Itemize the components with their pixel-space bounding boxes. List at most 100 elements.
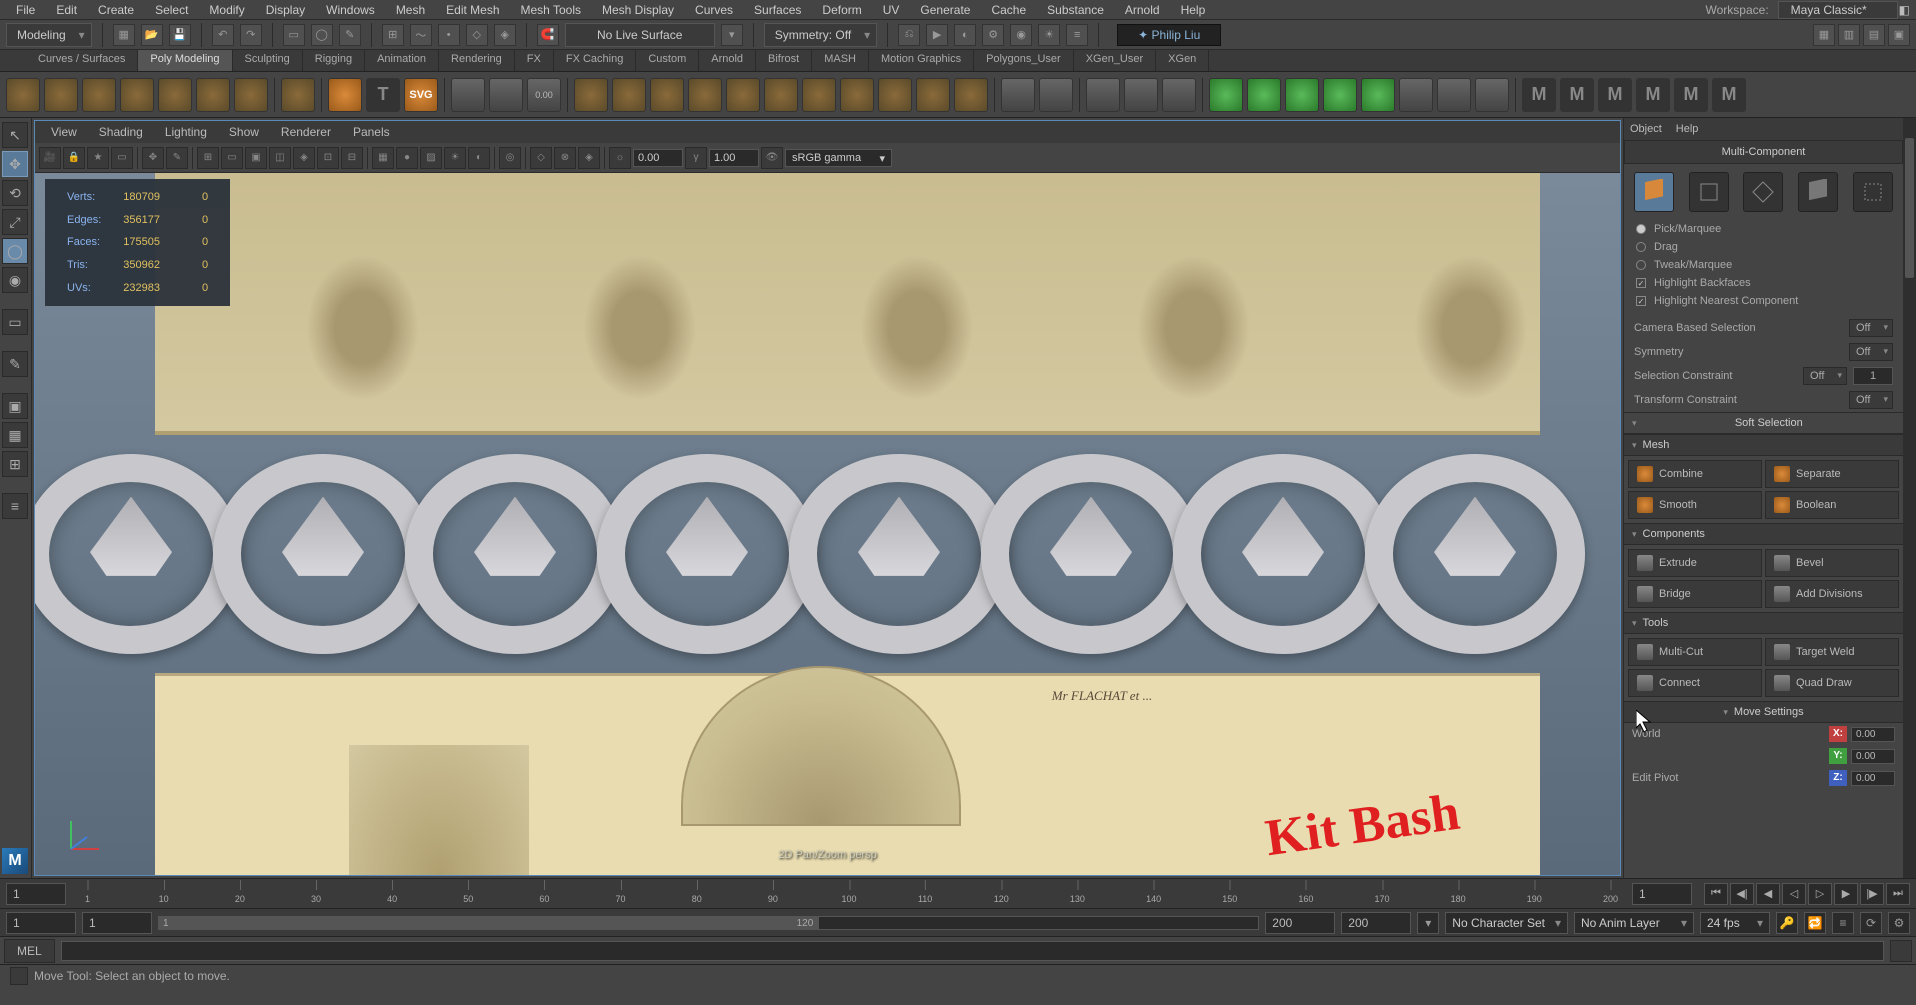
new-scene-icon[interactable]: ▦ [113, 24, 135, 46]
menu-create[interactable]: Create [88, 1, 144, 19]
symmetry-selector[interactable]: Symmetry: Off [764, 23, 877, 47]
tools-section[interactable]: Tools [1624, 612, 1903, 634]
current-frame-left[interactable]: 1 [6, 883, 66, 905]
poly-retopo-icon[interactable] [764, 78, 798, 112]
move-settings-section[interactable]: Move Settings [1624, 701, 1903, 723]
range-end-out[interactable]: 200 [1265, 912, 1335, 934]
shelf-tab-polygonuser[interactable]: Polygons_User [974, 50, 1074, 71]
vp-shadow-icon[interactable]: ◐ [468, 147, 490, 169]
shelf-tab-rigging[interactable]: Rigging [303, 50, 365, 71]
axis-z-value[interactable]: 0.00 [1851, 771, 1895, 786]
vp-bookmark-icon[interactable]: ★ [87, 147, 109, 169]
vp-view-transform-select[interactable]: sRGB gamma [785, 149, 892, 167]
vp-smooth-shade-icon[interactable]: ● [396, 147, 418, 169]
poly-combine-icon[interactable] [574, 78, 608, 112]
paint-tool-icon[interactable]: ▭ [2, 309, 28, 335]
poly-mirror-icon[interactable] [451, 78, 485, 112]
menu-help[interactable]: Help [1171, 1, 1216, 19]
workspace-selector[interactable]: Maya Classic* [1778, 1, 1898, 19]
vertex-mode-icon[interactable] [1689, 172, 1729, 212]
custom-m4-icon[interactable]: M [1636, 78, 1670, 112]
mtk-menu-object[interactable]: Object [1630, 123, 1662, 135]
redo-icon[interactable]: ↷ [240, 24, 262, 46]
menu-arnold[interactable]: Arnold [1115, 1, 1170, 19]
layout-single-icon[interactable]: ▣ [2, 393, 28, 419]
vp-wireframe-icon[interactable]: ▦ [372, 147, 394, 169]
vp-image-plane-icon[interactable]: ▭ [111, 147, 133, 169]
vp-light-icon[interactable]: ☀ [444, 147, 466, 169]
light-editor-icon[interactable]: ☀ [1038, 24, 1060, 46]
poly-svg-icon[interactable]: SVG [404, 78, 438, 112]
shelf-tab-animation[interactable]: Animation [365, 50, 439, 71]
range-start[interactable]: 1 [6, 912, 76, 934]
poly-remesh-icon[interactable] [726, 78, 760, 112]
quad-draw-button[interactable]: Quad Draw [1765, 669, 1899, 697]
shelf-tab-rendering[interactable]: Rendering [439, 50, 515, 71]
character-set-dropdown[interactable]: No Character Set [1445, 912, 1568, 934]
edge-mode-icon[interactable] [1743, 172, 1783, 212]
custom-m6-icon[interactable]: M [1712, 78, 1746, 112]
render-setup-icon[interactable]: ≡ [1066, 24, 1088, 46]
camera-sel-dropdown[interactable]: Off [1849, 319, 1893, 337]
shelf-tab-custom[interactable]: Custom [636, 50, 699, 71]
poly-multicut-icon[interactable] [1162, 78, 1196, 112]
vp-lock-camera-icon[interactable]: 🔒 [63, 147, 85, 169]
save-scene-icon[interactable]: 💾 [169, 24, 191, 46]
poly-offset-icon[interactable] [1399, 78, 1433, 112]
view-menu-renderer[interactable]: Renderer [271, 123, 341, 141]
ipr-icon[interactable]: ◐ [954, 24, 976, 46]
poly-disc-icon[interactable] [234, 78, 268, 112]
vp-textured-icon[interactable]: ▨ [420, 147, 442, 169]
auto-key-icon[interactable]: 🔑 [1776, 912, 1798, 934]
poly-boolean-icon[interactable] [878, 78, 912, 112]
vp-2d-pan-icon[interactable]: ✥ [142, 147, 164, 169]
custom-m1-icon[interactable]: M [1522, 78, 1556, 112]
vp-gate-mask-icon[interactable]: ◫ [269, 147, 291, 169]
menu-curves[interactable]: Curves [685, 1, 743, 19]
view-menu-show[interactable]: Show [219, 123, 269, 141]
face-mode-icon[interactable] [1798, 172, 1838, 212]
play-back-button[interactable]: ◁ [1782, 883, 1806, 905]
last-tool-icon[interactable]: ◉ [2, 267, 28, 293]
world-space-label[interactable]: World [1632, 728, 1825, 740]
smooth-button[interactable]: Smooth [1628, 491, 1762, 519]
pick-marquee-radio[interactable] [1636, 224, 1646, 234]
shelf-tab-polymodeling[interactable]: Poly Modeling [138, 50, 232, 71]
sel-constraint-dropdown[interactable]: Off [1803, 367, 1847, 385]
poly-smooth-icon[interactable] [650, 78, 684, 112]
menu-meshdisplay[interactable]: Mesh Display [592, 1, 684, 19]
extrude-button[interactable]: Extrude [1628, 549, 1762, 577]
vp-safe-title-icon[interactable]: ⊟ [341, 147, 363, 169]
shelf-tab-bifrost[interactable]: Bifrost [756, 50, 812, 71]
shelf-tab-fx[interactable]: FX [515, 50, 554, 71]
poly-insertedge-icon[interactable] [1361, 78, 1395, 112]
poly-torus-icon[interactable] [158, 78, 192, 112]
poly-cube-icon[interactable] [44, 78, 78, 112]
script-editor-icon[interactable] [1890, 940, 1912, 962]
panel-layout-3-icon[interactable]: ▤ [1863, 24, 1885, 46]
poly-quadrangulate-icon[interactable] [840, 78, 874, 112]
soft-mod-icon[interactable]: ✎ [2, 351, 28, 377]
live-dropdown-icon[interactable]: ▾ [721, 24, 743, 46]
poly-extrude-icon[interactable] [1001, 78, 1035, 112]
multi-cut-button[interactable]: Multi-Cut [1628, 638, 1762, 666]
live-surface-field[interactable]: No Live Surface [565, 23, 715, 47]
connect-button[interactable]: Connect [1628, 669, 1762, 697]
uv-mode-icon[interactable] [1853, 172, 1893, 212]
menu-windows[interactable]: Windows [316, 1, 385, 19]
bridge-button[interactable]: Bridge [1628, 580, 1762, 608]
snap-grid-icon[interactable]: ⊞ [382, 24, 404, 46]
poly-triangulate-icon[interactable] [802, 78, 836, 112]
mesh-section[interactable]: Mesh [1624, 434, 1903, 456]
shelf-tab-sculpting[interactable]: Sculpting [233, 50, 303, 71]
poly-connect-icon[interactable]: 0.00 [527, 78, 561, 112]
undo-icon[interactable]: ↶ [212, 24, 234, 46]
lasso-tool-icon[interactable]: ◯ [2, 238, 28, 264]
poly-platonic-icon[interactable] [281, 78, 315, 112]
scrollbar-thumb[interactable] [1905, 138, 1914, 278]
cmd-language-label[interactable]: MEL [4, 939, 55, 963]
construct-history-icon[interactable]: ⎌ [898, 24, 920, 46]
custom-m2-icon[interactable]: M [1560, 78, 1594, 112]
go-end-button[interactable]: ⏭ [1886, 883, 1910, 905]
drag-radio[interactable] [1636, 242, 1646, 252]
